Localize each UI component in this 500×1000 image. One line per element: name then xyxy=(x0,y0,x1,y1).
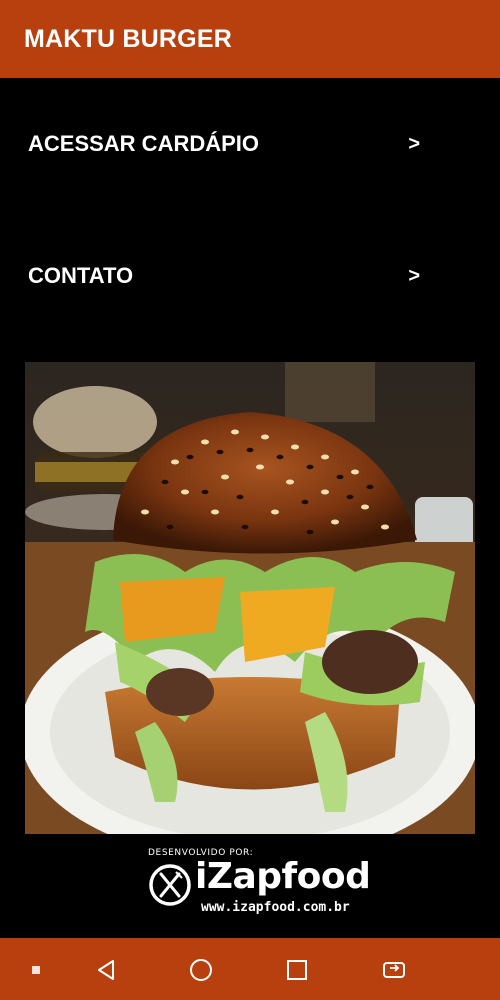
app-title: MAKTU BURGER xyxy=(24,24,232,53)
menu-item-label: CONTATO xyxy=(28,263,134,288)
burger-photo xyxy=(25,362,475,834)
app-bar: MAKTU BURGER xyxy=(0,0,500,78)
menu-item-acessar-cardapio[interactable]: ACESSAR CARDÁPIO > xyxy=(0,99,500,189)
developer-url: www.izapfood.com.br xyxy=(201,900,350,915)
developer-brand: iZapfood xyxy=(195,856,371,897)
home-circle-icon[interactable] xyxy=(187,956,215,984)
chevron-right-icon: > xyxy=(408,132,420,155)
developer-credit[interactable]: DESENVOLVIDO POR: iZapfood www.izapfood.… xyxy=(0,844,500,924)
back-triangle-icon[interactable] xyxy=(92,956,120,984)
fork-knife-logo-icon xyxy=(149,864,191,906)
menu-item-contato[interactable]: CONTATO > xyxy=(0,231,500,321)
system-nav-bar xyxy=(0,938,500,1000)
square-small-icon[interactable] xyxy=(22,956,50,984)
menu-item-label: ACESSAR CARDÁPIO xyxy=(28,131,260,156)
recents-square-icon[interactable] xyxy=(283,956,311,984)
chevron-right-icon: > xyxy=(408,264,420,287)
switch-apps-icon[interactable] xyxy=(380,956,408,984)
